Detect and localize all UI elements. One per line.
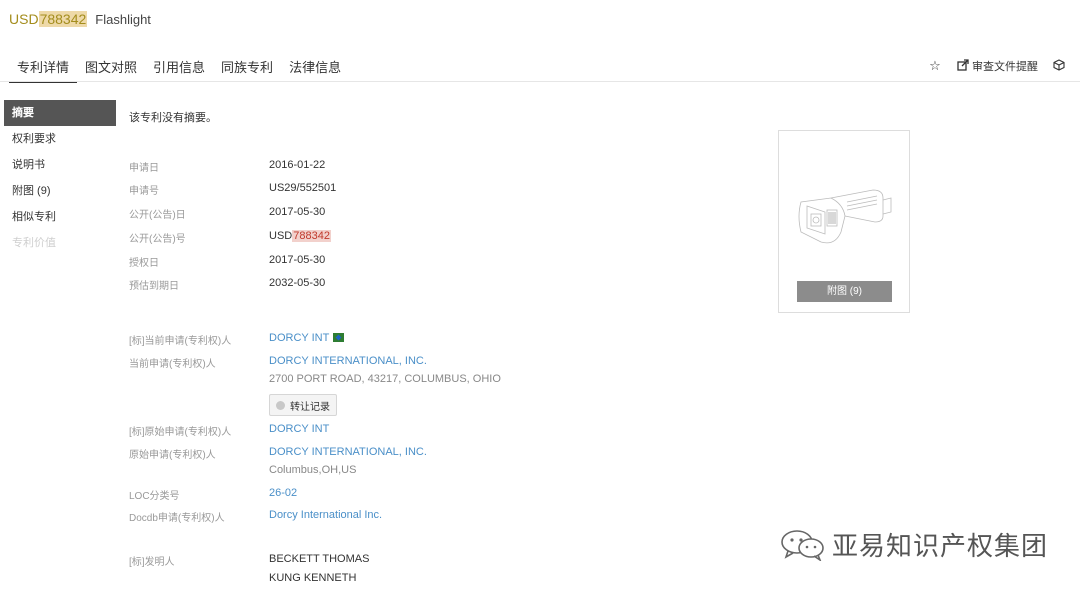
cube-icon [1052,58,1066,74]
application-number-value: US29/552501 [269,182,337,194]
current-assignee-label: 当前申请(专利权)人 [129,359,216,370]
inventor-2: KUNG KENNETH [269,572,357,584]
std-original-assignee-link[interactable]: DORCY INT [269,423,329,435]
original-assignee-address: Columbus,OH,US [269,464,357,476]
review-reminder-label: 审查文件提醒 [972,61,1038,73]
tab-patent-details[interactable]: 专利详情 [9,57,78,83]
sidebar: 摘要 权利要求 说明书 附图 (9) 相似专利 专利价值 [4,100,116,256]
expiry-date-value: 2032-05-30 [269,277,326,289]
sidebar-item-description[interactable]: 说明书 [4,152,116,178]
flashlight-drawing [798,189,892,244]
expiry-date-label: 预估到期日 [129,281,179,292]
favorite-button[interactable]: ☆ [928,58,942,74]
sidebar-item-figures[interactable]: 附图 (9) [4,178,116,204]
docdb-assignee-link[interactable]: Dorcy International Inc. [269,509,382,521]
publication-number-prefix: USD [269,230,293,242]
publication-date-label: 公开(公告)日 [129,210,186,221]
export-icon [956,58,970,74]
star-icon: ☆ [929,58,941,73]
watermark-text: 亚易知识产权集团 [832,531,1049,561]
3d-view-button[interactable] [1052,58,1066,74]
transfer-record-label: 转让记录 [290,401,330,413]
std-original-assignee-label: [标]原始申请(专利权)人 [129,427,232,438]
filing-date-value: 2016-01-22 [269,159,326,171]
filing-date-label: 申请日 [129,163,159,174]
record-icon [276,400,285,410]
patent-number-prefix: USD [9,11,39,27]
std-current-assignee-label: [标]当前申请(专利权)人 [129,336,232,347]
sidebar-item-similar[interactable]: 相似专利 [4,204,116,230]
std-current-assignee-text: DORCY INT [269,332,330,344]
tab-family[interactable]: 同族专利 [213,57,281,83]
std-current-assignee-link[interactable]: DORCY INT [269,332,345,344]
flag-icon [333,333,345,342]
patent-title: Flashlight [95,11,151,27]
patent-number-highlight: 788342 [38,11,88,27]
sidebar-item-value: 专利价值 [12,237,56,249]
figure-thumbnail[interactable]: 附图 (9) [778,130,910,313]
tab-text-image[interactable]: 图文对照 [77,57,145,83]
publication-number-label: 公开(公告)号 [129,234,186,245]
figure-count-button[interactable]: 附图 (9) [797,281,892,302]
watermark: 亚易知识产权集团 [780,526,1048,563]
page-title: USD 788342 Flashlight [9,11,151,27]
inventor-label: [标]发明人 [129,557,175,568]
publication-number-highlight: 788342 [292,230,331,242]
sidebar-item-claims[interactable]: 权利要求 [4,126,116,152]
grant-date-value: 2017-05-30 [269,254,326,266]
loc-label: LOC分类号 [129,491,180,502]
sidebar-item-abstract[interactable]: 摘要 [4,100,116,126]
wechat-icon [781,529,824,561]
original-assignee-label: 原始申请(专利权)人 [129,450,216,461]
tab-legal[interactable]: 法律信息 [281,57,349,83]
current-assignee-link[interactable]: DORCY INTERNATIONAL, INC. [269,355,427,367]
inventor-1: BECKETT THOMAS [269,553,370,565]
tab-bar: 专利详情 图文对照 引用信息 同族专利 法律信息 [9,57,349,83]
toolbar: ☆ 审查文件提醒 [928,58,1066,74]
docdb-assignee-label: Docdb申请(专利权)人 [129,513,225,524]
application-number-label: 申请号 [129,186,159,197]
current-assignee-address: 2700 PORT ROAD, 43217, COLUMBUS, OHIO [269,373,501,385]
original-assignee-link[interactable]: DORCY INTERNATIONAL, INC. [269,446,427,458]
transfer-record-button[interactable]: 转让记录 [269,394,337,416]
tab-citations[interactable]: 引用信息 [145,57,213,83]
review-reminder-button[interactable]: 审查文件提醒 [956,58,1038,74]
publication-date-value: 2017-05-30 [269,206,326,218]
publication-number-value: USD788342 [269,230,331,242]
grant-date-label: 授权日 [129,258,159,269]
loc-link[interactable]: 26-02 [269,487,297,499]
abstract-text: 该专利没有摘要。 [129,112,217,124]
tab-divider [0,81,1080,82]
